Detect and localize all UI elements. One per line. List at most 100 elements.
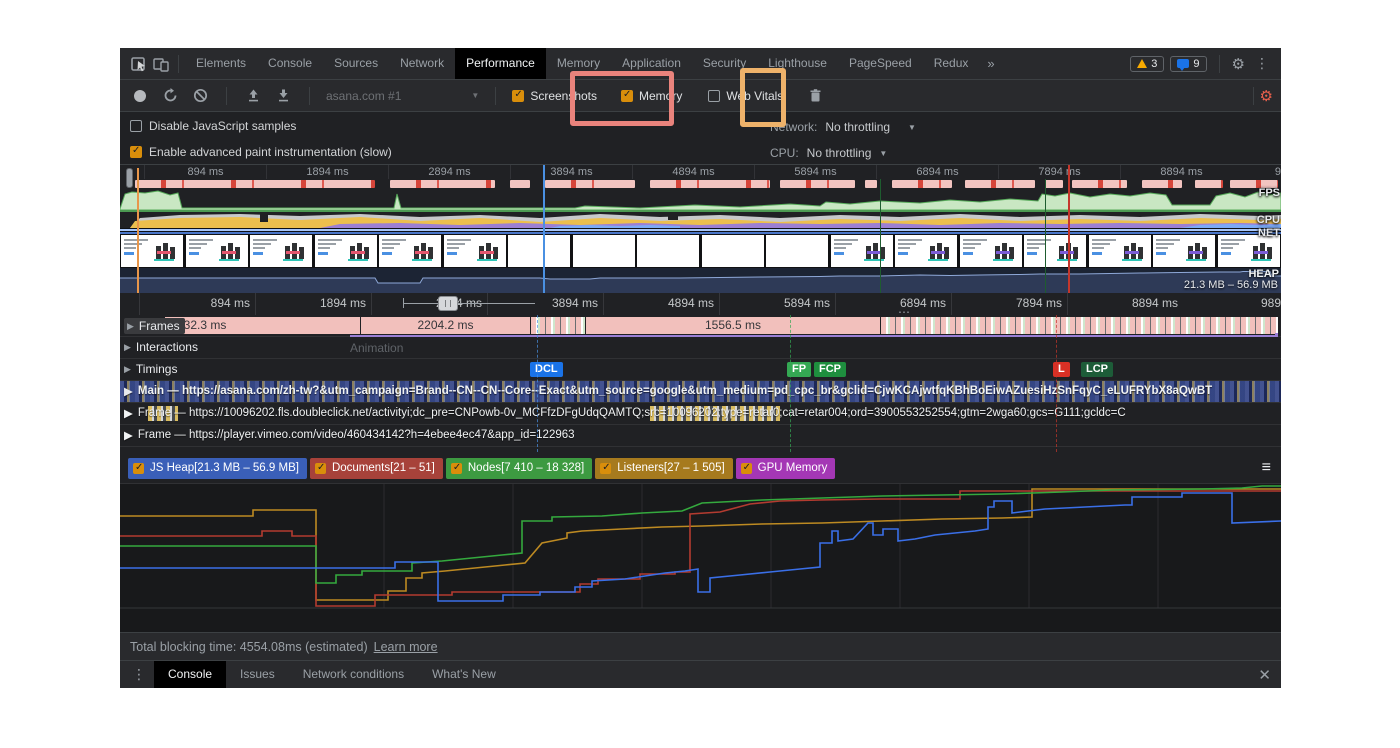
more-tabs-chevron[interactable]: » (979, 48, 1002, 79)
checkbox-checked-icon (600, 463, 611, 474)
main-thread-track[interactable]: ▶Main — https://asana.com/zh-tw?&utm_cam… (120, 381, 1281, 403)
drawer-tabbar: ⋮ ConsoleIssuesNetwork conditionsWhat's … (120, 660, 1281, 688)
frames-track[interactable]: 832.3 ms 2204.2 ms 1556.5 ms ▶Frames (120, 315, 1281, 337)
filmstrip-screenshot[interactable] (1089, 235, 1151, 267)
filmstrip-screenshot[interactable] (315, 235, 377, 267)
device-toolbar-icon[interactable] (150, 54, 172, 74)
profile-select[interactable]: asana.com #1▼ (326, 89, 479, 103)
memory-checkbox[interactable]: Memory (621, 89, 682, 103)
expand-triangle-icon[interactable]: ▶ (124, 342, 131, 353)
legend-chip-listeners[interactable]: Listeners[27 – 1 505] (595, 458, 732, 479)
screenshots-label: Screenshots (530, 89, 597, 103)
legend-chip-js-heap[interactable]: JS Heap[21.3 MB – 56.9 MB] (128, 458, 307, 479)
drawer-kebab-menu-icon[interactable]: ⋮ (128, 666, 150, 683)
legend-menu-icon[interactable]: ≡ (1262, 459, 1271, 477)
filmstrip-screenshot[interactable] (637, 235, 699, 267)
selection-drag-handle[interactable] (438, 296, 458, 311)
filmstrip-screenshot[interactable] (186, 235, 248, 267)
tab-sources[interactable]: Sources (323, 48, 389, 79)
tab-security[interactable]: Security (692, 48, 757, 79)
network-throttling-select[interactable]: Network: No throttling ▼ (770, 120, 916, 134)
save-profile-icon[interactable] (273, 86, 293, 106)
expand-triangle-icon[interactable]: ▶ (124, 364, 131, 375)
timeline-overview[interactable]: 894 ms1894 ms2894 ms3894 ms4894 ms5894 m… (120, 165, 1281, 315)
frame-track-vimeo[interactable]: ▶Frame — https://player.vimeo.com/video/… (120, 425, 1281, 447)
filmstrip-screenshot[interactable] (121, 235, 183, 267)
filmstrip-screenshot[interactable] (508, 235, 570, 267)
filmstrip-screenshot[interactable] (444, 235, 506, 267)
drawer-tab-network-conditions[interactable]: Network conditions (289, 661, 418, 688)
interactions-track[interactable]: ▶Interactions Animation (120, 337, 1281, 359)
interactions-track-label[interactable]: ▶Interactions (124, 340, 198, 354)
web-vitals-checkbox[interactable]: Web Vitals (708, 89, 783, 103)
tab-console[interactable]: Console (257, 48, 323, 79)
frame-duration-bar[interactable]: 832.3 ms (165, 317, 360, 334)
expand-triangle-icon[interactable]: ▶ (124, 428, 133, 442)
settings-gear-icon[interactable]: ⚙ (1232, 55, 1245, 73)
frame-duration-bar[interactable]: 1556.5 ms (586, 317, 880, 334)
filmstrip-screenshot[interactable] (250, 235, 312, 267)
tab-pagespeed[interactable]: PageSpeed (838, 48, 923, 79)
learn-more-link[interactable]: Learn more (374, 640, 438, 654)
capture-settings-pane: Disable JavaScript samples Enable advanc… (120, 112, 1281, 165)
timing-marker-lcp: LCP (1081, 362, 1113, 377)
filmstrip-screenshot[interactable] (831, 235, 893, 267)
timings-track[interactable]: ▶Timings DCLFPFCPLLCP (120, 359, 1281, 381)
messages-badge[interactable]: 9 (1170, 56, 1206, 72)
filmstrip-screenshot[interactable] (1024, 235, 1086, 267)
tab-application[interactable]: Application (611, 48, 692, 79)
filmstrip-screenshot[interactable] (702, 235, 764, 267)
drawer-tab-what's-new[interactable]: What's New (418, 661, 510, 688)
tab-redux[interactable]: Redux (923, 48, 980, 79)
tab-performance[interactable]: Performance (455, 48, 546, 79)
filmstrip-screenshot[interactable] (1218, 235, 1280, 267)
frames-track-label[interactable]: ▶Frames (124, 318, 185, 334)
legend-chip-label: Documents[21 – 51] (332, 462, 435, 474)
legend-chip-nodes[interactable]: Nodes[7 410 – 18 328] (446, 458, 592, 479)
record-button[interactable] (130, 86, 150, 106)
frame-duration-bar[interactable]: 2204.2 ms (361, 317, 530, 334)
filmstrip-screenshot[interactable] (895, 235, 957, 267)
advanced-paint-checkbox[interactable]: Enable advanced paint instrumentation (s… (130, 145, 392, 159)
warnings-badge[interactable]: 3 (1130, 56, 1164, 72)
filmstrip-screenshot[interactable] (573, 235, 635, 267)
drawer-close-icon[interactable]: ✕ (1258, 666, 1271, 684)
checkbox-checked-icon (130, 146, 142, 158)
filmstrip-screenshot[interactable] (766, 235, 828, 267)
tab-network[interactable]: Network (389, 48, 455, 79)
legend-chip-gpu-memory[interactable]: GPU Memory (736, 458, 836, 479)
cpu-label: CPU: (770, 146, 799, 160)
overview-left-handle[interactable] (126, 168, 133, 188)
capture-settings-gear-icon[interactable]: ⚙ (1260, 87, 1273, 105)
ruler-tick: 5894 ms (719, 293, 835, 315)
load-profile-icon[interactable] (243, 86, 263, 106)
filmstrip-screenshot[interactable] (1153, 235, 1215, 267)
expand-triangle-icon[interactable]: ▶ (124, 384, 133, 398)
divider (178, 55, 179, 73)
garbage-collect-icon[interactable] (805, 86, 825, 106)
tab-memory[interactable]: Memory (546, 48, 611, 79)
network-label: Network: (770, 120, 817, 134)
disable-js-samples-checkbox[interactable]: Disable JavaScript samples (130, 119, 296, 133)
legend-chip-label: Nodes[7 410 – 18 328] (468, 462, 584, 474)
frame-track-doubleclick[interactable]: ▶Frame — https://10096202.fls.doubleclic… (120, 403, 1281, 425)
expand-triangle-icon[interactable]: ▶ (127, 318, 134, 334)
screenshots-checkbox[interactable]: Screenshots (512, 89, 597, 103)
timings-track-label[interactable]: ▶Timings (124, 362, 177, 376)
inspect-element-icon[interactable] (128, 54, 150, 74)
tab-elements[interactable]: Elements (185, 48, 257, 79)
reload-and-record-button[interactable] (160, 86, 180, 106)
main-thread-label: ▶Main — https://asana.com/zh-tw?&utm_cam… (124, 384, 1212, 398)
legend-chip-documents[interactable]: Documents[21 – 51] (310, 458, 443, 479)
filmstrip-screenshot[interactable] (960, 235, 1022, 267)
drawer-tab-issues[interactable]: Issues (226, 661, 289, 688)
divider (1253, 87, 1254, 105)
chevron-down-icon: ▼ (471, 91, 479, 100)
drawer-tab-console[interactable]: Console (154, 661, 226, 688)
expand-triangle-icon[interactable]: ▶ (124, 406, 133, 420)
cpu-throttling-select[interactable]: CPU: No throttling ▼ (770, 146, 887, 160)
tab-lighthouse[interactable]: Lighthouse (757, 48, 838, 79)
kebab-menu-icon[interactable]: ⋮ (1251, 55, 1273, 72)
clear-recording-button[interactable] (190, 86, 210, 106)
filmstrip-screenshot[interactable] (379, 235, 441, 267)
